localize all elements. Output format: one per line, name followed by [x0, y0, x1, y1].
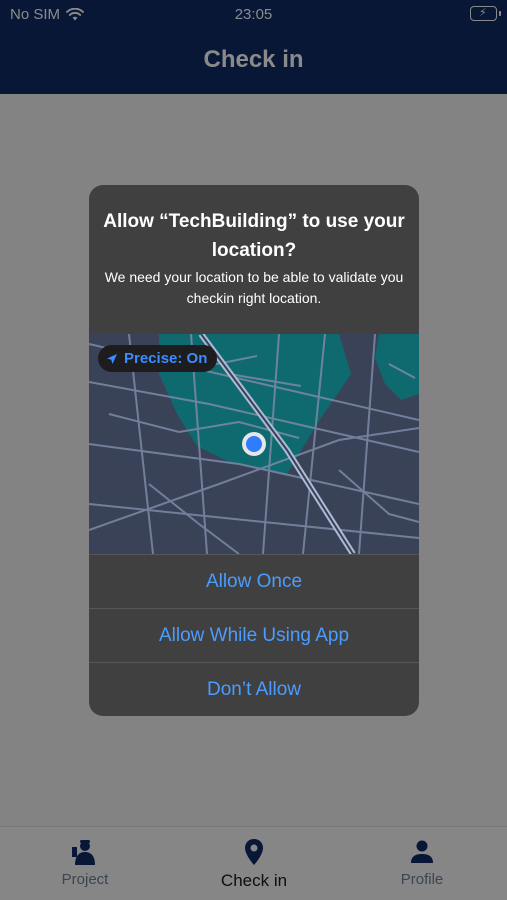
allow-once-button[interactable]: Allow Once	[89, 554, 419, 608]
precise-label: Precise: On	[124, 350, 208, 367]
alert-message: We need your location to be able to vali…	[104, 269, 404, 306]
location-permission-alert: Allow “TechBuilding” to use your locatio…	[89, 185, 419, 716]
precise-location-toggle[interactable]: Precise: On	[98, 345, 218, 372]
location-arrow-icon	[107, 353, 117, 364]
location-map: Precise: On	[89, 334, 419, 554]
alert-title: Allow “TechBuilding” to use your locatio…	[103, 211, 405, 261]
allow-while-using-button[interactable]: Allow While Using App	[89, 608, 419, 662]
dont-allow-button[interactable]: Don’t Allow	[89, 662, 419, 716]
